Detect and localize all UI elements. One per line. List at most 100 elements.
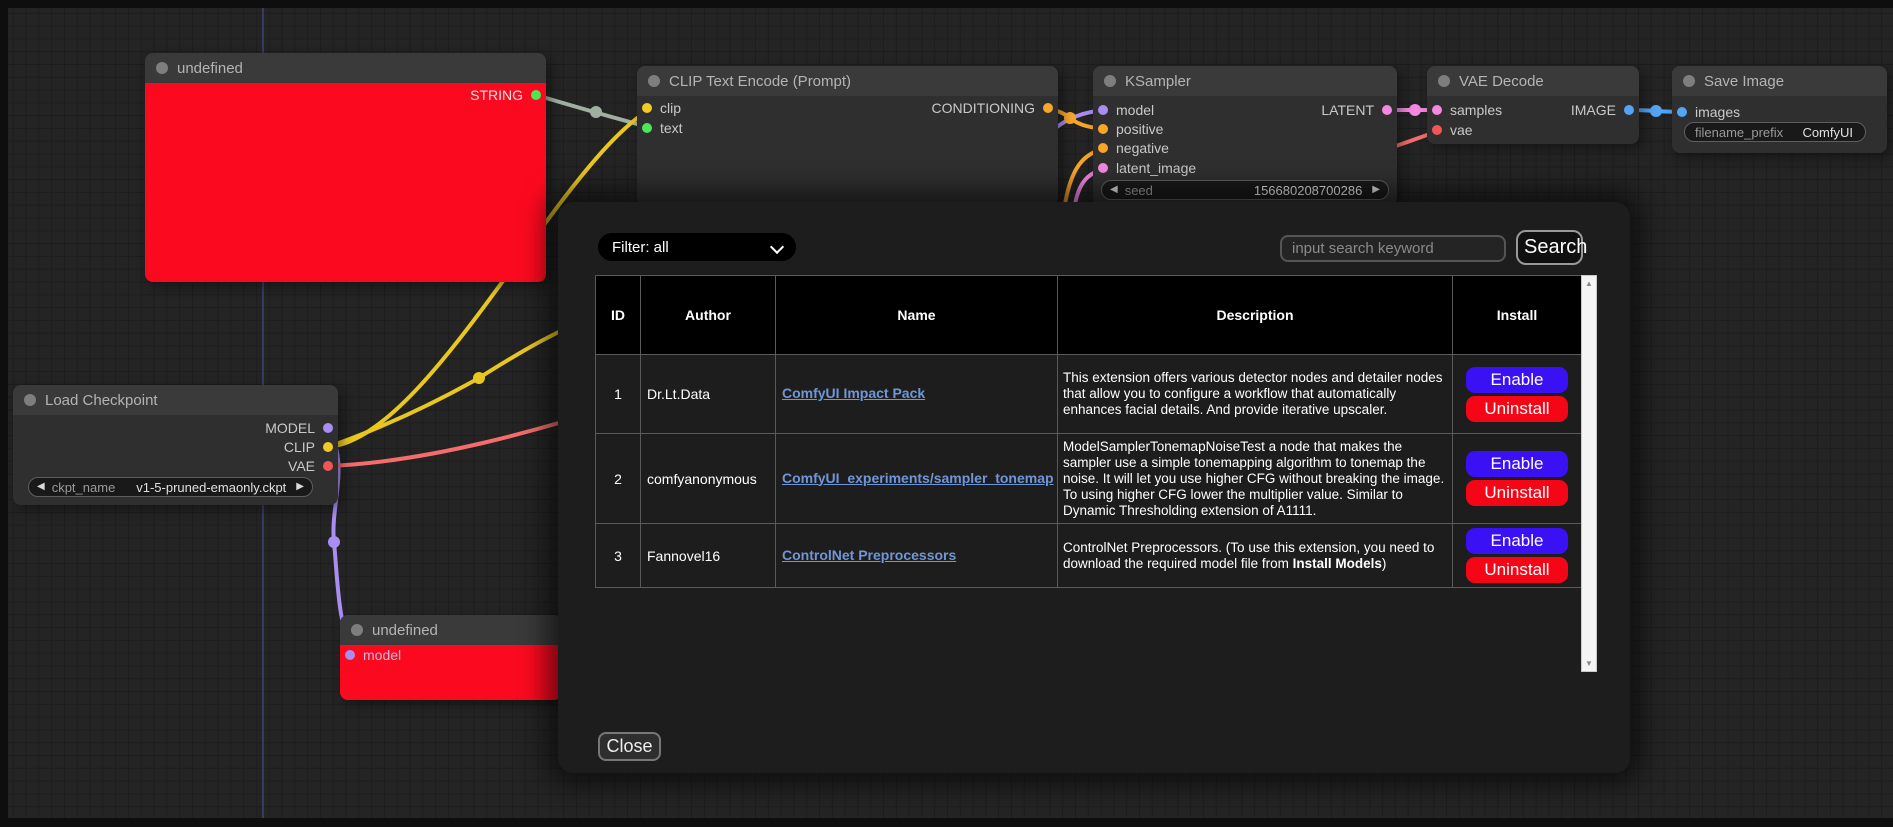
cell-author: Dr.Lt.Data <box>641 355 776 434</box>
node-title-bar[interactable]: KSampler <box>1093 66 1397 96</box>
input-dot-samples[interactable] <box>1432 105 1442 115</box>
widget-value[interactable]: ComfyUI <box>1802 125 1853 140</box>
node-undefined-top[interactable]: undefined STRING <box>145 53 546 282</box>
input-slot-samples[interactable]: samples <box>1432 103 1502 117</box>
input-slot-negative[interactable]: negative <box>1098 141 1169 155</box>
ckpt-name-widget[interactable]: ◀ ckpt_name v1-5-pruned-emaonly.ckpt ▶ <box>28 477 313 497</box>
input-slot-vae[interactable]: vae <box>1432 123 1473 137</box>
input-slot-model[interactable]: model <box>1098 103 1154 117</box>
output-dot-clip[interactable] <box>323 442 333 452</box>
wire-model-dot <box>328 536 340 548</box>
cell-install: Enable Uninstall <box>1453 355 1582 434</box>
output-dot-string[interactable] <box>531 90 541 100</box>
node-collapse-dot[interactable] <box>1104 75 1116 87</box>
description-text: ModelSamplerTonemapNoiseTest a node that… <box>1063 439 1444 518</box>
column-header-name: Name <box>776 276 1058 355</box>
output-dot-latent[interactable] <box>1382 105 1392 115</box>
node-save-image[interactable]: Save Image images filename_prefix ComfyU… <box>1672 66 1887 153</box>
node-title-bar[interactable]: undefined <box>340 615 562 645</box>
enable-button[interactable]: Enable <box>1466 367 1568 393</box>
input-dot-text[interactable] <box>642 123 652 133</box>
node-clip-text-encode[interactable]: CLIP Text Encode (Prompt) clip text COND… <box>637 66 1058 206</box>
node-collapse-dot[interactable] <box>351 624 363 636</box>
node-title-bar[interactable]: VAE Decode <box>1427 66 1639 96</box>
widget-value[interactable]: 156680208700286 <box>1254 183 1362 198</box>
output-slot-string[interactable]: STRING <box>470 88 541 102</box>
extension-row: 3Fannovel16ControlNet PreprocessorsContr… <box>596 524 1582 588</box>
slot-label: MODEL <box>265 420 315 436</box>
enable-button[interactable]: Enable <box>1466 451 1568 477</box>
input-dot-model[interactable] <box>1098 105 1108 115</box>
slot-label: negative <box>1116 140 1169 156</box>
node-load-checkpoint[interactable]: Load Checkpoint MODEL CLIP VAE ◀ ckpt_na… <box>13 385 338 505</box>
output-slot-model[interactable]: MODEL <box>265 421 333 435</box>
input-slot-latent-image[interactable]: latent_image <box>1098 161 1196 175</box>
enable-button[interactable]: Enable <box>1466 528 1568 554</box>
cell-name: ComfyUI Impact Pack <box>776 355 1058 434</box>
node-collapse-dot[interactable] <box>156 62 168 74</box>
node-title-bar[interactable]: Save Image <box>1672 66 1887 96</box>
canvas-edge-bottom <box>0 818 1893 827</box>
input-dot-positive[interactable] <box>1098 124 1108 134</box>
extension-link[interactable]: ControlNet Preprocessors <box>782 547 956 563</box>
filter-select[interactable]: Filter: all <box>598 233 796 261</box>
widget-value[interactable]: v1-5-pruned-emaonly.ckpt <box>136 480 286 495</box>
output-slot-conditioning[interactable]: CONDITIONING <box>932 101 1053 115</box>
node-collapse-dot[interactable] <box>1438 75 1450 87</box>
close-button[interactable]: Close <box>598 732 661 761</box>
scroll-down-arrow-icon[interactable]: ▼ <box>1585 659 1593 668</box>
filename-prefix-widget[interactable]: filename_prefix ComfyUI <box>1684 122 1866 142</box>
output-slot-clip[interactable]: CLIP <box>284 440 333 454</box>
input-dot-vae[interactable] <box>1432 125 1442 135</box>
cell-author: Fannovel16 <box>641 524 776 588</box>
scroll-up-arrow-icon[interactable]: ▲ <box>1585 279 1593 288</box>
output-dot-vae[interactable] <box>323 461 333 471</box>
input-slot-positive[interactable]: positive <box>1098 122 1163 136</box>
output-slot-image[interactable]: IMAGE <box>1571 103 1634 117</box>
cell-install: Enable Uninstall <box>1453 524 1582 588</box>
node-undefined-bottom[interactable]: undefined model <box>340 615 562 700</box>
node-title-bar[interactable]: Load Checkpoint <box>13 385 338 415</box>
node-title: Load Checkpoint <box>45 392 158 409</box>
node-collapse-dot[interactable] <box>1683 75 1695 87</box>
node-vae-decode[interactable]: VAE Decode samples vae IMAGE <box>1427 66 1639 144</box>
extension-link[interactable]: ComfyUI_experiments/sampler_tonemap <box>782 470 1054 486</box>
input-slot-clip[interactable]: clip <box>642 101 681 115</box>
input-slot-images[interactable]: images <box>1677 105 1740 119</box>
input-slot-model[interactable]: model <box>345 648 401 662</box>
output-dot-image[interactable] <box>1624 105 1634 115</box>
node-title-bar[interactable]: CLIP Text Encode (Prompt) <box>637 66 1058 96</box>
node-ksampler[interactable]: KSampler model positive negative latent_… <box>1093 66 1397 206</box>
search-button[interactable]: Search <box>1516 230 1583 265</box>
decrement-arrow-icon[interactable]: ◀ <box>1110 185 1118 195</box>
cell-author: comfyanonymous <box>641 434 776 524</box>
uninstall-button[interactable]: Uninstall <box>1466 480 1568 506</box>
uninstall-button[interactable]: Uninstall <box>1466 396 1568 422</box>
cell-description: ModelSamplerTonemapNoiseTest a node that… <box>1058 434 1453 524</box>
input-dot-negative[interactable] <box>1098 143 1108 153</box>
input-dot-clip[interactable] <box>642 103 652 113</box>
output-dot-model[interactable] <box>323 423 333 433</box>
output-slot-latent[interactable]: LATENT <box>1321 103 1392 117</box>
seed-widget[interactable]: ◀ seed 156680208700286 ▶ <box>1101 180 1389 200</box>
input-slot-text[interactable]: text <box>642 121 683 135</box>
uninstall-button[interactable]: Uninstall <box>1466 557 1568 583</box>
output-slot-vae[interactable]: VAE <box>288 459 333 473</box>
increment-arrow-icon[interactable]: ▶ <box>1372 185 1380 195</box>
column-header-id: ID <box>596 276 641 355</box>
node-collapse-dot[interactable] <box>24 394 36 406</box>
table-scrollbar[interactable]: ▲ ▼ <box>1581 275 1597 672</box>
input-dot-latent-image[interactable] <box>1098 163 1108 173</box>
output-dot-conditioning[interactable] <box>1043 103 1053 113</box>
increment-arrow-icon[interactable]: ▶ <box>296 482 304 492</box>
search-input[interactable] <box>1280 235 1506 262</box>
input-dot-model[interactable] <box>345 650 355 660</box>
widget-name: seed <box>1125 183 1153 198</box>
extension-link[interactable]: ComfyUI Impact Pack <box>782 385 925 401</box>
input-dot-images[interactable] <box>1677 107 1687 117</box>
wire-string-reroute-dot <box>590 106 602 118</box>
node-collapse-dot[interactable] <box>648 75 660 87</box>
node-title: undefined <box>177 60 243 77</box>
decrement-arrow-icon[interactable]: ◀ <box>37 482 45 492</box>
node-title-bar[interactable]: undefined <box>145 53 546 83</box>
